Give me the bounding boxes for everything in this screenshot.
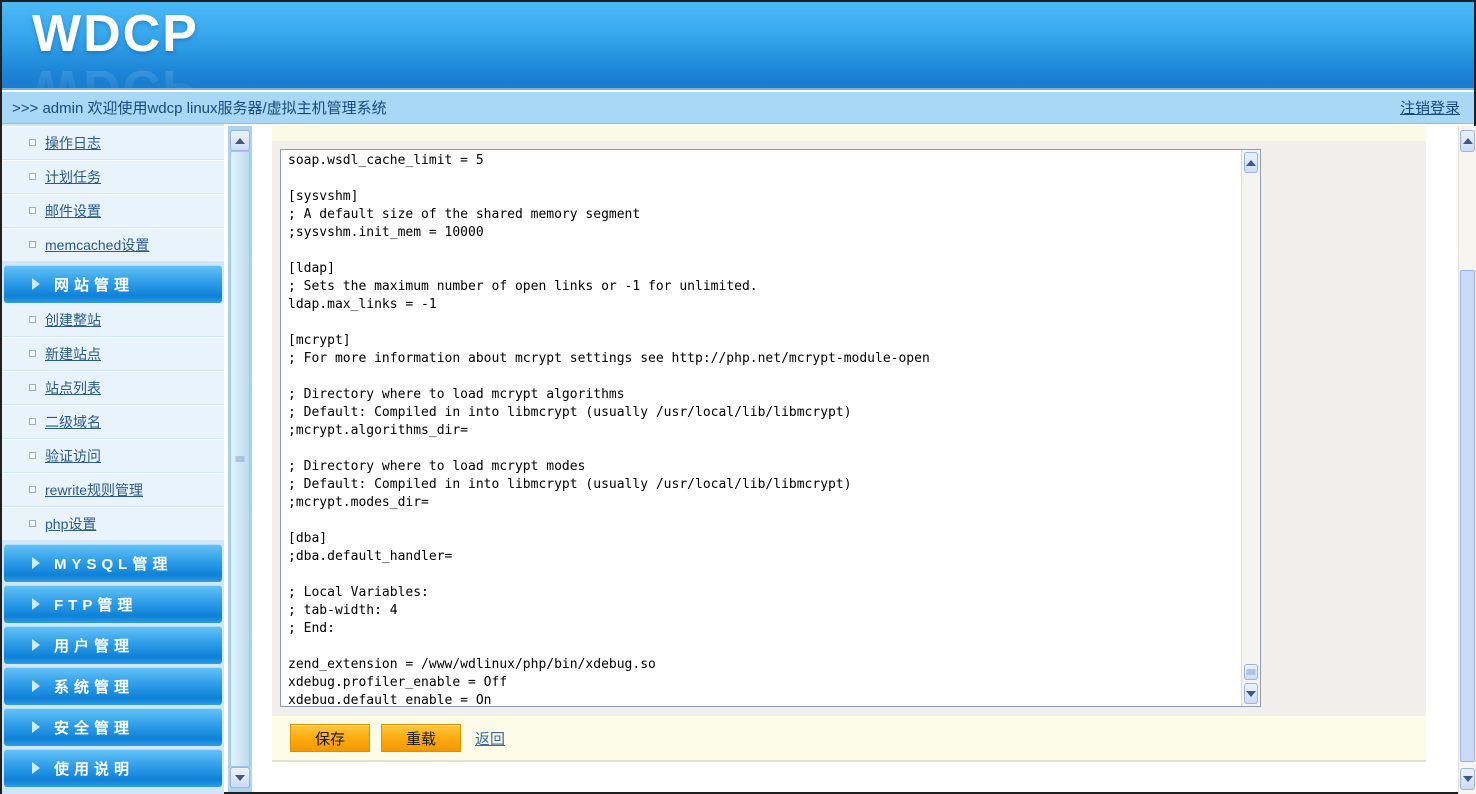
triangle-right-icon bbox=[32, 278, 40, 290]
bullet-square-icon bbox=[29, 452, 36, 459]
triangle-right-icon bbox=[32, 680, 40, 692]
sidebar-category-usage-guide[interactable]: 使用说明 bbox=[4, 749, 222, 787]
sidebar-item-label: 验证访问 bbox=[45, 446, 101, 466]
scroll-down-icon bbox=[1246, 691, 1256, 697]
sidebar-item-label: 创建整站 bbox=[45, 310, 101, 330]
sidebar-item-subdomain[interactable]: 二级域名 bbox=[2, 405, 224, 439]
sidebar-category-website-management[interactable]: 网站管理 bbox=[4, 265, 222, 303]
welcome-bar: >>> admin 欢迎使用wdcp linux服务器/虚拟主机管理系统 注销登… bbox=[2, 92, 1474, 124]
sidebar-item-label: 操作日志 bbox=[45, 133, 101, 153]
textarea-scrollbar-thumb[interactable] bbox=[1244, 664, 1258, 680]
sidebar-category-label: 系统管理 bbox=[54, 676, 134, 697]
scroll-up-button[interactable] bbox=[1244, 152, 1258, 173]
sidebar-item-mail-settings[interactable]: 邮件设置 bbox=[2, 194, 224, 228]
bullet-square-icon bbox=[29, 520, 36, 527]
reload-button[interactable]: 重载 bbox=[381, 724, 461, 752]
bullet-square-icon bbox=[29, 418, 36, 425]
sidebar-scrollbar[interactable] bbox=[228, 126, 252, 792]
sidebar-item-label: 邮件设置 bbox=[45, 201, 101, 221]
bullet-square-icon bbox=[29, 350, 36, 357]
sidebar-item-label: php设置 bbox=[45, 514, 96, 534]
scroll-up-icon bbox=[1246, 160, 1256, 166]
bullet-square-icon bbox=[29, 384, 36, 391]
sidebar-item-label: 计划任务 bbox=[45, 167, 101, 187]
sidebar-item-memcached-settings[interactable]: memcached设置 bbox=[2, 228, 224, 262]
scroll-up-button[interactable] bbox=[230, 130, 250, 151]
scroll-down-button[interactable] bbox=[1244, 683, 1258, 704]
sidebar-item-label: 站点列表 bbox=[45, 378, 101, 398]
bullet-square-icon bbox=[29, 207, 36, 214]
bullet-square-icon bbox=[29, 241, 36, 248]
logout-link[interactable]: 注销登录 bbox=[1400, 97, 1460, 118]
scroll-down-icon bbox=[235, 775, 245, 781]
top-banner: WDCP WDCP bbox=[2, 2, 1474, 90]
bullet-square-icon bbox=[29, 173, 36, 180]
page-scrollbar[interactable] bbox=[1458, 126, 1476, 794]
sidebar-nav: 操作日志 计划任务 邮件设置 memcached设置 网站管理 创建整站 新建站… bbox=[2, 124, 224, 794]
sidebar-item-label: rewrite规则管理 bbox=[45, 480, 143, 500]
triangle-right-icon bbox=[32, 639, 40, 651]
sidebar-item-create-whole-site[interactable]: 创建整站 bbox=[2, 303, 224, 337]
sidebar-category-label: 使用说明 bbox=[54, 758, 134, 779]
sidebar-item-site-list[interactable]: 站点列表 bbox=[2, 371, 224, 405]
sidebar-item-rewrite-rules[interactable]: rewrite规则管理 bbox=[2, 473, 224, 507]
scroll-up-icon bbox=[235, 138, 245, 144]
sidebar-item-php-settings[interactable]: php设置 bbox=[2, 507, 224, 541]
sidebar-category-label: 网站管理 bbox=[54, 274, 134, 295]
back-link[interactable]: 返回 bbox=[475, 728, 505, 749]
sidebar-category-label: 安全管理 bbox=[54, 717, 134, 738]
php-ini-textarea[interactable]: soap.wsdl_cache_limit = 5 [sysvshm] ; A … bbox=[280, 149, 1261, 707]
sidebar-category-ftp-management[interactable]: FTP管理 bbox=[4, 585, 222, 623]
bullet-square-icon bbox=[29, 139, 36, 146]
textarea-scrollbar[interactable] bbox=[1241, 150, 1260, 706]
scrollbar-grip-icon bbox=[236, 456, 245, 463]
bullet-square-icon bbox=[29, 316, 36, 323]
bullet-square-icon bbox=[29, 486, 36, 493]
scroll-down-icon bbox=[1463, 776, 1473, 782]
sidebar-category-system-management[interactable]: 系统管理 bbox=[4, 667, 222, 705]
save-button[interactable]: 保存 bbox=[290, 724, 370, 752]
sidebar-scrollbar-thumb[interactable] bbox=[230, 151, 250, 767]
scrollbar-grip-icon bbox=[1247, 669, 1256, 676]
wdcp-logo-reflection: WDCP bbox=[32, 58, 199, 90]
php-ini-form-panel: soap.wsdl_cache_limit = 5 [sysvshm] ; A … bbox=[272, 142, 1426, 716]
sidebar-item-label: 新建站点 bbox=[45, 344, 101, 364]
page-scrollbar-thumb[interactable] bbox=[1460, 270, 1475, 762]
sidebar-item-label: 二级域名 bbox=[45, 412, 101, 432]
php-ini-content[interactable]: soap.wsdl_cache_limit = 5 [sysvshm] ; A … bbox=[288, 152, 1238, 704]
sidebar-category-label: MYSQL管理 bbox=[54, 553, 172, 574]
scroll-up-button[interactable] bbox=[1460, 130, 1475, 152]
sidebar-category-label: FTP管理 bbox=[54, 594, 137, 615]
sidebar-item-label: memcached设置 bbox=[45, 235, 149, 255]
scroll-up-icon bbox=[1463, 138, 1473, 144]
triangle-right-icon bbox=[32, 721, 40, 733]
scroll-down-button[interactable] bbox=[1460, 768, 1475, 790]
sidebar-item-cron-tasks[interactable]: 计划任务 bbox=[2, 160, 224, 194]
sidebar-item-auth-access[interactable]: 验证访问 bbox=[2, 439, 224, 473]
sidebar-category-mysql-management[interactable]: MYSQL管理 bbox=[4, 544, 222, 582]
sidebar-category-label: 用户管理 bbox=[54, 635, 134, 656]
form-action-row: 保存 重载 返回 bbox=[272, 716, 1426, 762]
wdcp-logo: WDCP bbox=[32, 4, 199, 64]
sidebar-item-operation-log[interactable]: 操作日志 bbox=[2, 126, 224, 160]
triangle-right-icon bbox=[32, 762, 40, 774]
panel-top-strip bbox=[272, 126, 1426, 142]
sidebar-category-user-management[interactable]: 用户管理 bbox=[4, 626, 222, 664]
sidebar-category-security-management[interactable]: 安全管理 bbox=[4, 708, 222, 746]
sidebar-item-new-site[interactable]: 新建站点 bbox=[2, 337, 224, 371]
triangle-right-icon bbox=[32, 598, 40, 610]
scroll-down-button[interactable] bbox=[230, 767, 250, 788]
triangle-right-icon bbox=[32, 557, 40, 569]
welcome-message: >>> admin 欢迎使用wdcp linux服务器/虚拟主机管理系统 bbox=[12, 97, 387, 118]
